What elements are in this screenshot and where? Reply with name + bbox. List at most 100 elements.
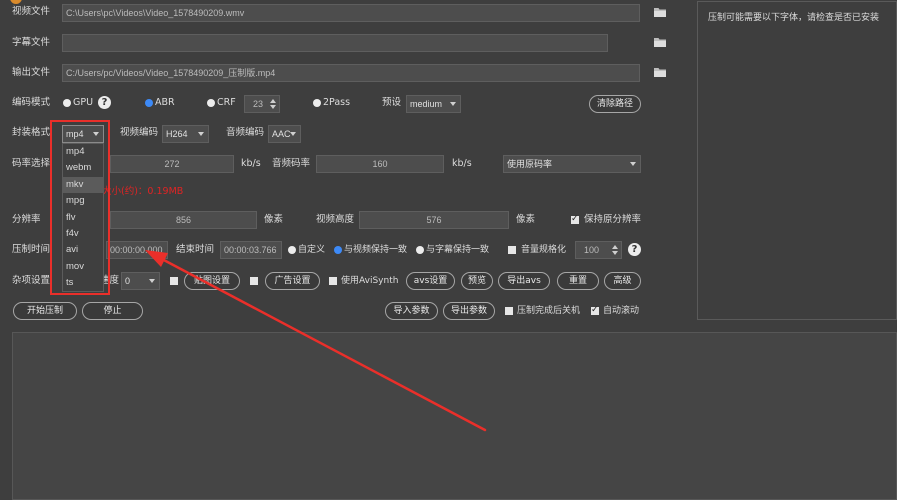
height-label: 视频高度 bbox=[316, 214, 355, 225]
two-pass-radio-label: 2Pass bbox=[323, 97, 351, 108]
stop-button[interactable]: 停止 bbox=[82, 302, 143, 320]
crf-radio[interactable] bbox=[207, 99, 215, 107]
normalize-volume-value: 100 bbox=[584, 245, 600, 255]
end-time-input[interactable]: 00:00:03.766 bbox=[220, 241, 282, 259]
chevron-down-icon bbox=[93, 132, 99, 136]
encode-mode-label: 编码模式 bbox=[12, 97, 51, 108]
width-unit: 像素 bbox=[264, 214, 284, 225]
spin-down-icon[interactable] bbox=[270, 105, 276, 109]
avs-settings-button[interactable]: avs设置 bbox=[406, 272, 455, 290]
ad-settings-button[interactable]: 广告设置 bbox=[265, 272, 320, 290]
preset-select[interactable]: medium bbox=[406, 95, 461, 113]
gpu-radio[interactable] bbox=[63, 99, 71, 107]
video-bitrate-unit: kb/s bbox=[241, 158, 261, 169]
help-icon[interactable] bbox=[98, 96, 111, 109]
dropdown-option[interactable]: mov bbox=[63, 259, 103, 275]
abr-radio-label: ABR bbox=[155, 97, 175, 108]
match-subtitle-radio[interactable] bbox=[416, 246, 424, 254]
spin-up-icon[interactable] bbox=[612, 245, 618, 249]
spinner-arrows-icon[interactable] bbox=[612, 244, 619, 256]
output-file-input[interactable]: C:/Users/pc/Videos/Video_1578490209_压制版.… bbox=[62, 64, 640, 82]
speed-select[interactable]: 0 bbox=[121, 272, 160, 290]
audio-bitrate-input[interactable]: 160 bbox=[316, 155, 444, 173]
match-subtitle-label: 与字幕保持一致 bbox=[426, 245, 490, 255]
custom-time-radio[interactable] bbox=[288, 246, 296, 254]
normalize-volume-stepper[interactable]: 100 bbox=[575, 241, 622, 259]
container-label: 封装格式 bbox=[12, 127, 51, 138]
preset-value: medium bbox=[410, 99, 443, 109]
audio-bitrate-unit: kb/s bbox=[452, 158, 472, 169]
folder-icon[interactable] bbox=[654, 37, 666, 47]
abr-radio[interactable] bbox=[145, 99, 153, 107]
shutdown-after-checkbox[interactable] bbox=[505, 307, 513, 315]
reset-button[interactable]: 重置 bbox=[557, 272, 599, 290]
resolution-label: 分辨率 bbox=[12, 214, 41, 225]
dropdown-option[interactable]: mkv bbox=[63, 176, 103, 194]
bitrate-label: 码率选择 bbox=[12, 158, 51, 169]
subtitle-file-input[interactable] bbox=[62, 34, 608, 52]
folder-icon[interactable] bbox=[654, 67, 666, 77]
misc-label: 杂项设置 bbox=[12, 275, 51, 286]
match-video-label: 与视频保持一致 bbox=[344, 245, 408, 255]
video-file-input[interactable]: C:\Users\pc\Videos\Video_1578490209.wmv bbox=[62, 4, 640, 22]
preview-button[interactable]: 预览 bbox=[461, 272, 493, 290]
keep-resolution-checkbox[interactable] bbox=[571, 213, 579, 225]
audio-bitrate-mode-select[interactable]: 使用原码率 bbox=[503, 155, 641, 173]
gpu-radio-label: GPU bbox=[73, 97, 94, 108]
folder-icon[interactable] bbox=[654, 7, 666, 17]
clear-paths-button[interactable]: 清除路径 bbox=[589, 95, 641, 113]
advanced-button[interactable]: 高级 bbox=[604, 272, 641, 290]
shutdown-after-label: 压制完成后关机 bbox=[517, 306, 581, 316]
export-avs-button[interactable]: 导出avs bbox=[498, 272, 550, 290]
audio-codec-value: AAC bbox=[272, 129, 291, 139]
watermark-checkbox[interactable] bbox=[170, 277, 178, 285]
crf-value: 23 bbox=[253, 99, 264, 109]
ad-checkbox[interactable] bbox=[250, 277, 258, 285]
dropdown-option[interactable]: ts bbox=[63, 275, 103, 291]
avisynth-checkbox[interactable] bbox=[329, 277, 337, 285]
two-pass-radio[interactable] bbox=[313, 99, 321, 107]
chevron-down-icon bbox=[630, 162, 636, 166]
subtitle-file-label: 字幕文件 bbox=[12, 37, 51, 48]
watermark-settings-button[interactable]: 贴图设置 bbox=[184, 272, 240, 290]
spinner-arrows-icon[interactable] bbox=[270, 98, 277, 110]
log-output[interactable] bbox=[12, 332, 897, 500]
dropdown-option[interactable]: flv bbox=[63, 210, 103, 226]
end-time-label: 结束时间 bbox=[176, 244, 215, 255]
video-bitrate-input[interactable]: 272 bbox=[110, 155, 234, 173]
dropdown-option[interactable]: mp4 bbox=[63, 144, 103, 160]
audio-bitrate-mode-value: 使用原码率 bbox=[507, 159, 553, 169]
spin-down-icon[interactable] bbox=[612, 251, 618, 255]
import-params-button[interactable]: 导入参数 bbox=[385, 302, 438, 320]
start-time-input[interactable]: 00:00:00.000 bbox=[106, 241, 168, 259]
preset-label: 预设 bbox=[382, 97, 402, 108]
match-video-radio[interactable] bbox=[334, 246, 342, 254]
spin-up-icon[interactable] bbox=[270, 99, 276, 103]
app-icon bbox=[10, 0, 22, 4]
dropdown-option[interactable]: webm bbox=[63, 160, 103, 176]
height-input[interactable]: 576 bbox=[359, 211, 509, 229]
speed-value: 0 bbox=[125, 276, 131, 286]
font-check-panel: 压制可能需要以下字体，请检查是否已安装 bbox=[697, 1, 897, 320]
normalize-volume-checkbox[interactable] bbox=[508, 246, 516, 254]
start-compress-button[interactable]: 开始压制 bbox=[13, 302, 77, 320]
help-icon[interactable] bbox=[628, 243, 641, 256]
audio-codec-label: 音频编码 bbox=[226, 127, 265, 138]
container-dropdown-list[interactable]: mp4 webm mkv mpg flv f4v avi mov ts bbox=[62, 143, 104, 292]
font-check-message: 压制可能需要以下字体，请检查是否已安装 bbox=[708, 13, 880, 23]
export-params-button[interactable]: 导出参数 bbox=[443, 302, 495, 320]
audio-codec-select[interactable]: AAC bbox=[268, 125, 301, 143]
height-unit: 像素 bbox=[516, 214, 536, 225]
video-codec-value: H264 bbox=[166, 129, 188, 139]
crf-radio-label: CRF bbox=[217, 97, 236, 108]
width-input[interactable]: 856 bbox=[110, 211, 257, 229]
auto-scroll-checkbox[interactable] bbox=[591, 304, 599, 316]
video-codec-select[interactable]: H264 bbox=[162, 125, 209, 143]
dropdown-option[interactable]: avi bbox=[63, 242, 103, 258]
chevron-down-icon bbox=[198, 132, 204, 136]
container-select[interactable]: mp4 bbox=[62, 125, 104, 143]
dropdown-option[interactable]: f4v bbox=[63, 226, 103, 242]
container-value: mp4 bbox=[66, 129, 84, 139]
dropdown-option[interactable]: mpg bbox=[63, 193, 103, 209]
crf-value-stepper[interactable]: 23 bbox=[244, 95, 280, 113]
